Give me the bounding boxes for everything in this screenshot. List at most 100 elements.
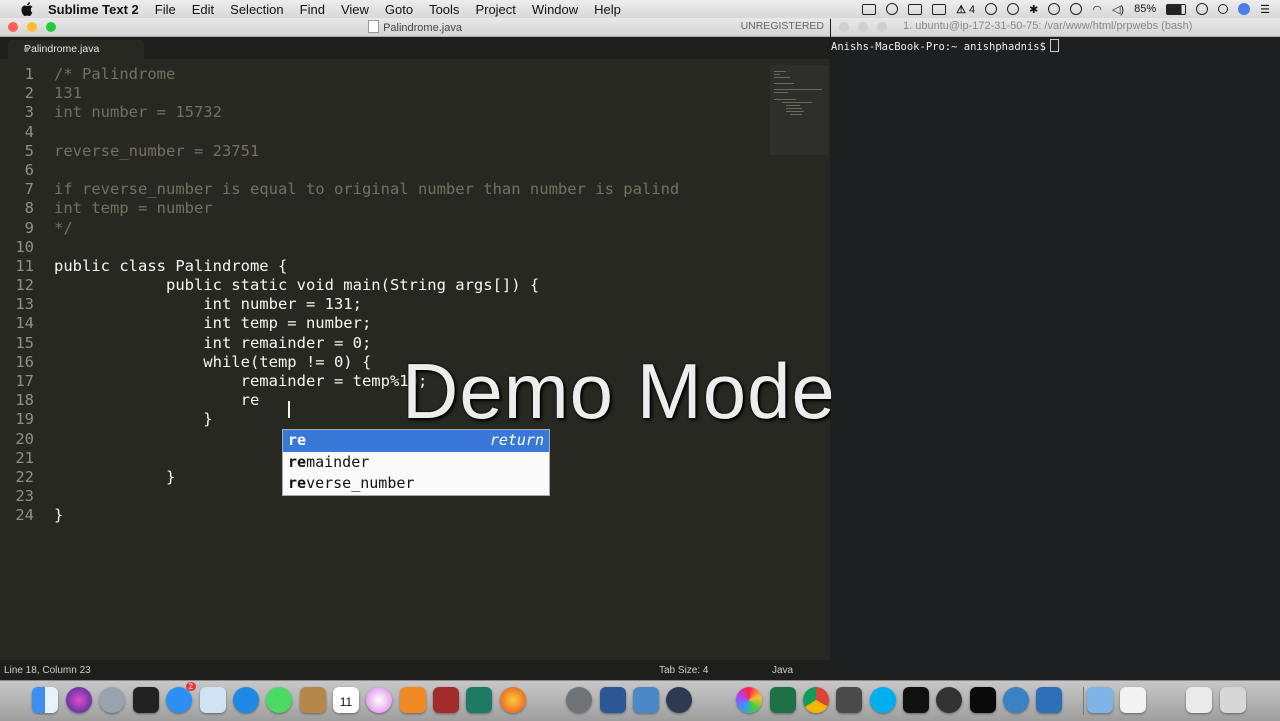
bluetooth-icon[interactable]: ✱ — [1029, 3, 1038, 16]
menu-view[interactable]: View — [341, 2, 369, 17]
menu-find[interactable]: Find — [300, 2, 325, 17]
user-switch-icon[interactable] — [1196, 3, 1209, 15]
line-number: 11 — [15, 256, 34, 275]
wifi-icon[interactable]: ◠ — [1092, 3, 1102, 16]
menu-edit[interactable]: Edit — [192, 2, 214, 17]
menu-window[interactable]: Window — [532, 2, 578, 17]
photos-icon[interactable] — [736, 687, 762, 713]
play-icon[interactable] — [886, 3, 899, 15]
activity-icon[interactable] — [1070, 3, 1083, 15]
spotlight-search-icon[interactable] — [1218, 4, 1229, 14]
close-button[interactable] — [839, 22, 849, 32]
autocomplete-match: re — [288, 452, 307, 471]
xcode-icon[interactable] — [1036, 687, 1062, 713]
screen-record-icon[interactable] — [862, 3, 877, 15]
tab-bar: Palindrome.java — [0, 37, 830, 59]
autocomplete-item[interactable]: reverse_number — [283, 473, 549, 495]
firefox-icon[interactable] — [500, 687, 526, 713]
line-number: 14 — [15, 314, 34, 333]
menu-tools[interactable]: Tools — [429, 2, 459, 17]
app-menu[interactable]: Sublime Text 2 — [48, 2, 139, 17]
autocomplete-rest: verse_number — [306, 474, 415, 492]
status-area: ⚠ 4 ✱ ◠ ◁) 85% ☰ — [862, 0, 1270, 18]
menu-help[interactable]: Help — [594, 2, 621, 17]
window-icon[interactable] — [908, 3, 923, 15]
calendar-icon[interactable]: 11 — [333, 687, 359, 713]
siri-icon[interactable] — [66, 687, 92, 713]
time-machine-icon[interactable] — [1007, 3, 1020, 15]
chrome-icon[interactable] — [803, 687, 829, 713]
messages-icon[interactable] — [266, 687, 292, 713]
volume-icon[interactable]: ◁) — [1112, 3, 1124, 16]
menu-goto[interactable]: Goto — [385, 2, 413, 17]
syntax-mode[interactable]: Java — [772, 665, 793, 676]
line-number: 17 — [15, 372, 34, 390]
autocomplete-item[interactable]: remainder — [283, 452, 549, 474]
apple-icon[interactable] — [18, 2, 36, 16]
excel-icon[interactable] — [770, 687, 796, 713]
line-number: 2 — [24, 84, 34, 103]
line-number: 6 — [24, 160, 34, 179]
line-number: 16 — [15, 352, 34, 371]
system-preferences-icon[interactable] — [566, 687, 592, 713]
battery-icon[interactable] — [1166, 3, 1187, 15]
line-number: 8 — [24, 199, 34, 218]
github-icon[interactable] — [936, 687, 962, 713]
battery-percent[interactable]: 85% — [1134, 3, 1156, 15]
app-store-icon[interactable]: 2 — [166, 682, 196, 713]
palm-app-icon[interactable] — [466, 687, 492, 713]
instruments-icon[interactable] — [1003, 687, 1029, 713]
zoom-button[interactable] — [877, 22, 887, 32]
quicktime-icon[interactable] — [666, 687, 692, 713]
dock: 2 11 — [0, 680, 1280, 721]
trash-icon[interactable] — [1220, 687, 1246, 713]
minimap[interactable] — [770, 65, 828, 155]
notification-count[interactable]: ⚠ 4 — [956, 3, 975, 16]
word-icon[interactable] — [600, 687, 626, 713]
sublime-text-icon[interactable] — [836, 687, 862, 713]
code-line: } — [54, 506, 64, 525]
photo-booth-icon[interactable] — [133, 687, 159, 713]
terminal-output[interactable]: Anishs-MacBook-Pro:~ anishphadnis$ — [831, 39, 1059, 53]
minimize-button[interactable] — [858, 22, 868, 32]
skype-icon[interactable] — [870, 687, 896, 713]
sync-icon[interactable] — [1048, 3, 1061, 15]
code-line: public static void main(String args[]) { — [54, 276, 540, 295]
documents-icon[interactable] — [1120, 687, 1146, 713]
menu-file[interactable]: File — [155, 2, 176, 17]
preview-icon[interactable] — [200, 687, 226, 713]
downloads-icon[interactable] — [1186, 687, 1212, 713]
tab-size[interactable]: Tab Size: 4 — [659, 665, 708, 676]
line-number: 15 — [15, 333, 34, 352]
ibooks-icon[interactable] — [400, 687, 426, 713]
contacts-icon[interactable] — [300, 687, 326, 713]
finder-icon[interactable] — [32, 687, 58, 713]
box-icon[interactable] — [932, 3, 947, 15]
notification-center-icon[interactable]: ☰ — [1260, 3, 1270, 16]
terminal-window: 1. ubuntu@ip-172-31-50-75: /var/www/html… — [831, 18, 1280, 680]
remote-desktop-icon[interactable] — [633, 687, 659, 713]
tab-close-icon[interactable] — [24, 47, 29, 52]
safari-icon[interactable] — [233, 687, 259, 713]
menu-project[interactable]: Project — [475, 2, 515, 17]
code-line: int number = 15732 — [54, 103, 222, 122]
launchpad-icon[interactable] — [99, 687, 125, 713]
code-line: /* Palindrome — [54, 65, 176, 83]
folder-icon[interactable] — [1087, 687, 1113, 713]
terminal-title: 1. ubuntu@ip-172-31-50-75: /var/www/html… — [903, 20, 1193, 32]
line-number: 7 — [24, 180, 34, 199]
file-icon — [368, 20, 380, 33]
info-icon[interactable] — [985, 3, 998, 15]
menu-selection[interactable]: Selection — [230, 2, 283, 17]
autocomplete-popup: re return remainder reverse_number — [282, 429, 550, 496]
itunes-icon[interactable] — [366, 687, 392, 713]
siri-icon[interactable] — [1238, 3, 1251, 15]
terminal-icon[interactable] — [903, 687, 929, 713]
code-line: int temp = number; — [54, 314, 372, 333]
photo-app-icon[interactable] — [433, 687, 459, 713]
iterm-icon[interactable] — [970, 687, 996, 713]
line-number: 1 — [24, 65, 34, 83]
autocomplete-match: re — [288, 474, 307, 492]
tab-palindrome-java[interactable]: Palindrome.java — [8, 40, 144, 59]
